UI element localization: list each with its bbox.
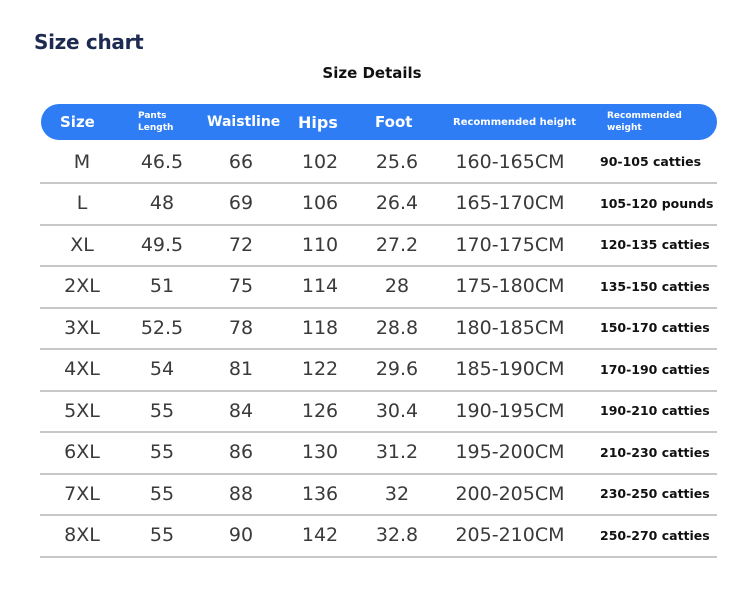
- cell-waistline: 72: [228, 233, 254, 256]
- cell-size: 4XL: [64, 358, 100, 380]
- cell-pants-length: 49.5: [140, 233, 184, 256]
- cell-foot: 30.4: [375, 399, 419, 422]
- header-hips: Hips: [298, 112, 338, 132]
- cell-foot: 29.6: [375, 358, 419, 380]
- cell-recommended-height: 165-170CM: [455, 192, 565, 214]
- cell-waistline: 69: [228, 192, 254, 214]
- cell-foot: 28: [384, 275, 410, 297]
- cell-pants-length: 55: [149, 482, 175, 505]
- table-row: M 46.5 66 102 25.6 160-165CM 90-105 catties: [40, 141, 717, 184]
- cell-waistline: 75: [228, 275, 254, 297]
- header-recommended-height: Recommended height: [453, 116, 576, 128]
- table-row: 8XL 55 90 142 32.8 205-210CM 250-270 catties: [40, 515, 717, 558]
- cell-size: 7XL: [64, 482, 100, 505]
- header-waistline: Waistline: [207, 114, 281, 130]
- cell-size: 6XL: [64, 441, 100, 463]
- cell-waistline: 90: [228, 524, 254, 546]
- cell-waistline: 66: [228, 150, 254, 173]
- table-row: 6XL 55 86 130 31.2 195-200CM 210-230 catties: [40, 432, 717, 475]
- cell-recommended-height: 195-200CM: [455, 441, 565, 463]
- cell-recommended-height: 180-185CM: [455, 316, 565, 339]
- cell-recommended-height: 175-180CM: [455, 275, 565, 297]
- table-subtitle: Size Details: [322, 64, 422, 82]
- cell-hips: 130: [301, 441, 339, 463]
- cell-pants-length: 52.5: [140, 316, 184, 339]
- cell-recommended-weight: 150-170 catties: [600, 320, 710, 335]
- header-size: Size: [60, 113, 95, 131]
- cell-size: 2XL: [64, 275, 100, 297]
- table-row: L 48 69 106 26.4 165-170CM 105-120 pounds: [40, 183, 717, 226]
- cell-waistline: 84: [228, 399, 254, 422]
- table-row: 2XL 51 75 114 28 175-180CM 135-150 catties: [40, 266, 717, 309]
- cell-hips: 110: [301, 233, 339, 256]
- cell-foot: 28.8: [375, 316, 419, 339]
- cell-recommended-weight: 90-105 catties: [600, 154, 702, 169]
- cell-size: 3XL: [64, 316, 100, 339]
- cell-hips: 142: [301, 524, 339, 546]
- cell-pants-length: 48: [149, 192, 175, 214]
- header-recommended-weight: Recommended weight: [607, 111, 682, 133]
- cell-recommended-height: 185-190CM: [455, 358, 565, 380]
- cell-waistline: 78: [228, 316, 254, 339]
- cell-recommended-weight: 170-190 catties: [600, 361, 710, 377]
- table-row: 4XL 54 81 122 29.6 185-190CM 170-190 catties: [40, 349, 717, 392]
- cell-foot: 25.6: [375, 150, 419, 173]
- cell-pants-length: 54: [149, 358, 175, 380]
- table-row: 3XL 52.5 78 118 28.8 180-185CM 150-170 catties: [40, 307, 717, 350]
- cell-recommended-weight: 105-120 pounds: [600, 195, 714, 211]
- cell-waistline: 86: [228, 441, 254, 463]
- cell-pants-length: 55: [149, 524, 175, 546]
- cell-pants-length: 51: [149, 275, 175, 297]
- cell-hips: 136: [301, 482, 339, 505]
- cell-recommended-height: 205-210CM: [455, 524, 565, 546]
- header-pants-length: Pants Length: [138, 111, 174, 133]
- cell-recommended-weight: 210-230 catties: [600, 444, 710, 460]
- cell-hips: 126: [301, 399, 339, 422]
- cell-recommended-height: 200-205CM: [455, 482, 565, 505]
- cell-pants-length: 55: [149, 399, 175, 422]
- cell-hips: 122: [301, 358, 339, 380]
- cell-waistline: 81: [228, 358, 254, 380]
- cell-recommended-weight: 135-150 catties: [600, 278, 710, 294]
- cell-waistline: 88: [228, 482, 254, 505]
- cell-foot: 31.2: [375, 441, 419, 463]
- cell-hips: 118: [301, 316, 339, 339]
- table-row: 5XL 55 84 126 30.4 190-195CM 190-210 catties: [40, 390, 717, 433]
- cell-recommended-weight: 230-250 catties: [600, 486, 710, 501]
- cell-foot: 27.2: [375, 233, 419, 256]
- cell-pants-length: 46.5: [140, 150, 184, 173]
- cell-foot: 32.8: [375, 524, 419, 546]
- cell-recommended-weight: 120-135 catties: [600, 237, 710, 252]
- header-foot: Foot: [375, 113, 413, 131]
- cell-size: XL: [70, 233, 94, 256]
- cell-pants-length: 55: [149, 441, 175, 463]
- cell-foot: 32: [384, 482, 410, 505]
- table-header: Size Pants Length Waistline Hips Foot Re…: [41, 104, 717, 140]
- cell-hips: 102: [301, 150, 339, 173]
- cell-size: 8XL: [64, 524, 100, 546]
- cell-recommended-weight: 250-270 catties: [600, 527, 710, 543]
- cell-recommended-height: 160-165CM: [455, 150, 565, 173]
- table-row: 7XL 55 88 136 32 200-205CM 230-250 catties: [40, 473, 717, 516]
- cell-hips: 114: [301, 275, 339, 297]
- cell-recommended-height: 170-175CM: [455, 233, 565, 256]
- cell-hips: 106: [301, 192, 339, 214]
- cell-recommended-height: 190-195CM: [455, 399, 565, 422]
- cell-size: 5XL: [64, 399, 100, 422]
- chart-title: Size chart: [34, 30, 144, 54]
- cell-size: L: [76, 192, 88, 214]
- cell-size: M: [73, 150, 91, 173]
- table-row: XL 49.5 72 110 27.2 170-175CM 120-135 catties: [40, 224, 717, 267]
- cell-foot: 26.4: [375, 192, 419, 214]
- cell-recommended-weight: 190-210 catties: [600, 403, 710, 418]
